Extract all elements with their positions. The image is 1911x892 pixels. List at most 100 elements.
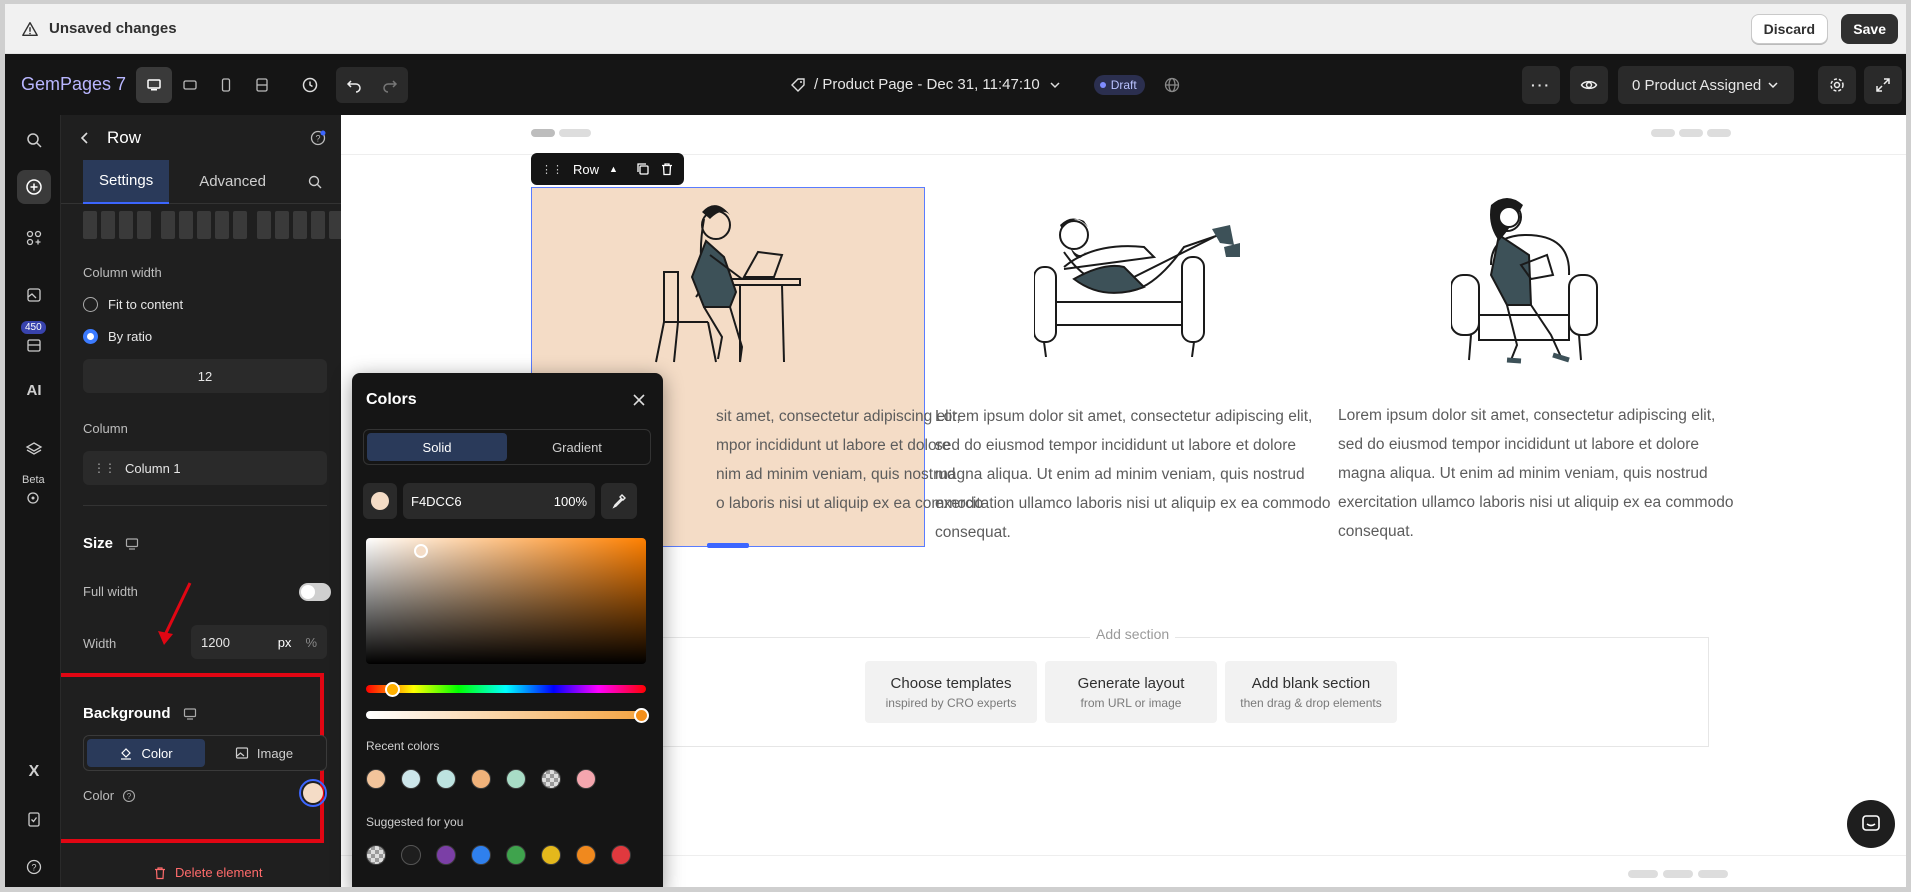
text-line: consequat. [1338,523,1414,540]
recent-swatch[interactable] [436,769,456,789]
ratio-field[interactable]: 12 [83,359,327,393]
chat-button[interactable] [1847,800,1895,848]
recent-swatch[interactable] [506,769,526,789]
skeleton-bar [1628,870,1658,878]
column-width-label: Column width [83,265,162,280]
delete-element-button[interactable]: Delete element [153,865,262,880]
tab-advanced[interactable]: Advanced [183,160,282,204]
undo-icon[interactable] [336,67,372,103]
ai-icon[interactable]: AI [17,373,51,407]
close-icon[interactable] [632,393,646,407]
recent-swatch[interactable] [366,769,386,789]
skeleton-bar [1679,129,1703,137]
hex-input[interactable]: F4DCC6 100% [403,483,595,519]
x-app-icon[interactable]: X [17,755,51,789]
row-tag-label[interactable]: Row [573,162,599,177]
width-input[interactable]: 1200 px% [191,625,327,659]
add-element-icon[interactable] [17,170,51,204]
caret-up-icon[interactable]: ▲ [609,164,618,174]
product-assigned-dropdown[interactable]: 0 Product Assigned [1618,66,1794,104]
search-icon[interactable] [17,123,51,157]
pages-icon[interactable] [17,278,51,312]
svg-text:?: ? [127,792,132,801]
save-button[interactable]: Save [1841,14,1898,44]
fullscreen-button[interactable] [1864,66,1902,104]
suggested-swatch[interactable] [541,845,561,865]
library-icon[interactable] [17,328,51,362]
trash-icon[interactable] [660,162,674,176]
full-width-toggle[interactable] [299,583,331,601]
background-color-swatch[interactable] [299,779,327,807]
suggested-swatch[interactable] [576,845,596,865]
back-arrow-icon[interactable] [79,131,91,145]
suggested-swatch[interactable] [401,845,421,865]
opacity-value[interactable]: 100% [554,494,587,509]
globe-icon[interactable] [1163,76,1181,94]
apps-icon[interactable] [17,221,51,255]
preview-button[interactable] [1570,66,1608,104]
recent-swatch[interactable] [471,769,491,789]
duplicate-icon[interactable] [636,162,650,176]
more-options-button[interactable]: ··· [1522,66,1560,104]
expand-icon [1876,78,1890,92]
page-settings-button[interactable] [1818,66,1856,104]
divider [83,505,327,506]
transparent-swatch[interactable] [366,845,386,865]
transparent-swatch[interactable] [541,769,561,789]
text-line: exercitation ullamco laboris nisi ut ali… [935,495,1331,512]
tab-gradient[interactable]: Gradient [507,433,647,461]
suggested-swatch[interactable] [506,845,526,865]
suggested-swatch[interactable] [471,845,491,865]
column-item[interactable]: ⋮⋮ Column 1 [83,451,327,485]
tab-settings[interactable]: Settings [83,159,170,204]
layers-icon[interactable] [17,432,51,466]
alpha-slider[interactable] [366,711,646,719]
help-icon[interactable]: ? [17,850,51,884]
alpha-handle[interactable] [634,708,649,723]
radio-fit-to-content[interactable]: Fit to content [83,297,183,312]
mobile-view-icon[interactable] [208,67,244,103]
tab-solid[interactable]: Solid [367,433,507,461]
desktop-view-icon[interactable] [136,66,172,103]
eyedropper-button[interactable] [601,483,637,519]
info-icon[interactable]: ? [122,789,136,803]
recent-swatch[interactable] [401,769,421,789]
hue-slider[interactable] [366,685,646,693]
saturation-handle[interactable] [414,544,428,558]
text-block-2[interactable]: Lorem ipsum dolor sit amet, consectetur … [935,402,1330,547]
unit-percent[interactable]: % [305,635,317,650]
help-icon[interactable]: ? [309,129,327,147]
skeleton-bar [1651,129,1675,137]
hue-handle[interactable] [385,682,400,697]
beta-feature-icon[interactable] [17,482,51,516]
suggested-swatch[interactable] [611,845,631,865]
drag-handle-icon[interactable]: ⋮⋮ [541,163,563,176]
checklist-icon[interactable] [17,802,51,836]
page-title-area[interactable]: / Product Page - Dec 31, 11:47:10 Draft [790,54,1181,115]
add-blank-section-card[interactable]: Add blank section then drag & drop eleme… [1225,661,1397,723]
suggested-swatch[interactable] [436,845,456,865]
unit-px[interactable]: px [278,635,292,650]
search-icon[interactable] [307,174,323,190]
drag-handle-icon[interactable]: ⋮⋮ [93,461,116,475]
unsaved-changes-bar: Unsaved changes Discard Save [5,4,1906,54]
choose-templates-card[interactable]: Choose templates inspired by CRO experts [865,661,1037,723]
radio-by-ratio[interactable]: By ratio [83,329,152,344]
tablet-landscape-icon[interactable] [172,67,208,103]
discard-button[interactable]: Discard [1750,14,1828,44]
responsive-view-icon[interactable] [244,67,280,103]
status-dot [1099,81,1106,88]
recent-swatch[interactable] [576,769,596,789]
layout-presets[interactable] [83,211,341,239]
illustration-man-sofa [1034,218,1240,357]
chevron-down-icon[interactable] [1048,78,1062,92]
text-block-3[interactable]: Lorem ipsum dolor sit amet, consectetur … [1338,401,1733,546]
bg-tab-color[interactable]: Color [87,739,205,767]
history-icon[interactable] [292,67,328,103]
generate-layout-card[interactable]: Generate layout from URL or image [1045,661,1217,723]
redo-icon[interactable] [372,67,408,103]
bg-tab-image[interactable]: Image [205,739,323,767]
saturation-picker[interactable] [366,538,646,664]
resize-handle[interactable] [707,543,749,548]
chevron-down-icon [1768,82,1778,89]
